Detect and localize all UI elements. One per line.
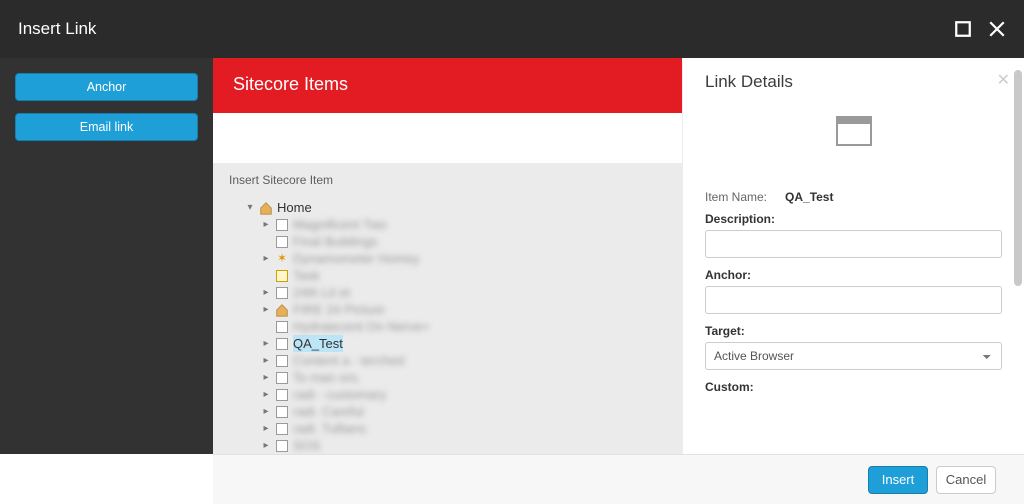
tree-item-label: Final Buildings — [293, 233, 378, 250]
tree-item[interactable]: ▸ Content a - terched — [261, 352, 672, 369]
home-icon — [275, 303, 289, 317]
page-icon — [275, 354, 289, 368]
tree-item[interactable]: Task — [261, 267, 672, 284]
page-icon — [275, 405, 289, 419]
tree-item[interactable]: ▸ Magnificent Two — [261, 216, 672, 233]
tree-item-label: Content a - terched — [293, 352, 404, 369]
dialog-titlebar: Insert Link — [0, 0, 1024, 58]
tree-root-home[interactable]: ▾ Home — [245, 199, 672, 216]
page-yellow-icon — [275, 269, 289, 283]
page-icon — [275, 337, 289, 351]
page-icon — [275, 439, 289, 453]
tree-item[interactable]: Final Buildings — [261, 233, 672, 250]
spark-icon: ✶ — [275, 252, 289, 266]
chevron-right-icon[interactable]: ▸ — [261, 420, 271, 437]
chevron-right-icon[interactable]: ▸ — [261, 284, 271, 301]
left-sidebar: Anchor Email link — [0, 58, 213, 454]
link-details-panel: ✕ Link Details Item Name: QA_Test Descri… — [682, 58, 1024, 454]
insert-button[interactable]: Insert — [868, 466, 928, 494]
chevron-down-icon[interactable]: ▾ — [245, 199, 255, 216]
tree-item-label: Magnificent Two — [293, 216, 387, 233]
dialog-title: Insert Link — [18, 19, 96, 39]
description-label: Description: — [705, 212, 1002, 226]
tree-item[interactable]: ▸ ✶ Dynamometer Homey — [261, 250, 672, 267]
item-name-label: Item Name: — [705, 190, 767, 204]
tree-item[interactable]: ▸ radi. Tullians — [261, 420, 672, 437]
tree-item[interactable]: ▸ QA_Test — [261, 335, 672, 352]
target-label: Target: — [705, 324, 1002, 338]
item-thumbnail-icon — [836, 116, 872, 146]
tree-item[interactable]: ▸ To man ors. — [261, 369, 672, 386]
chevron-right-icon[interactable]: ▸ — [261, 403, 271, 420]
close-icon[interactable] — [988, 20, 1006, 38]
tree-item[interactable]: ▸ SOS — [261, 437, 672, 454]
item-name-row: Item Name: QA_Test — [705, 190, 1002, 204]
tree-item-label: 24th Lit et — [293, 284, 350, 301]
description-input[interactable] — [705, 230, 1002, 258]
chevron-right-icon[interactable]: ▸ — [261, 250, 271, 267]
chevron-right-icon[interactable]: ▸ — [261, 216, 271, 233]
tree-item-label: QA_Test — [293, 335, 343, 352]
page-icon — [275, 371, 289, 385]
chevron-right-icon[interactable]: ▸ — [261, 369, 271, 386]
tree-item-label: radi. Careful — [293, 403, 364, 420]
anchor-button[interactable]: Anchor — [15, 73, 198, 101]
home-icon — [259, 201, 273, 215]
sitecore-items-header: Sitecore Items — [213, 58, 682, 113]
dialog-footer: Insert Cancel — [213, 454, 1024, 504]
custom-label: Custom: — [705, 380, 1002, 394]
page-icon — [275, 388, 289, 402]
tree-item-label: Dynamometer Homey — [293, 250, 419, 267]
item-name-value: QA_Test — [785, 190, 833, 204]
maximize-icon[interactable] — [954, 20, 972, 38]
page-icon — [275, 218, 289, 232]
tree-item-label: Task — [293, 267, 320, 284]
page-icon — [275, 320, 289, 334]
window-controls — [954, 20, 1006, 38]
content-tree[interactable]: ▾ Home ▸ Magnificent TwoFinal Buildings ▸ ✶… — [213, 199, 682, 454]
page-icon — [275, 286, 289, 300]
cancel-button[interactable]: Cancel — [936, 466, 996, 494]
tree-item[interactable]: Hydratecent On Nerve+ — [261, 318, 672, 335]
mid-toolbar — [213, 113, 682, 163]
insert-sitecore-item-label: Insert Sitecore Item — [213, 163, 682, 199]
tree-item[interactable]: ▸ radi - customary — [261, 386, 672, 403]
anchor-input[interactable] — [705, 286, 1002, 314]
tree-item-label: radi - customary — [293, 386, 386, 403]
tree-item-label: Hydratecent On Nerve+ — [293, 318, 430, 335]
page-icon — [275, 235, 289, 249]
chevron-right-icon[interactable]: ▸ — [261, 301, 271, 318]
tree-item-label: radi. Tullians — [293, 420, 366, 437]
scrollbar-indicator[interactable] — [1014, 70, 1022, 286]
chevron-right-icon[interactable]: ▸ — [261, 352, 271, 369]
tree-item[interactable]: ▸ radi. Careful — [261, 403, 672, 420]
chevron-right-icon[interactable]: ▸ — [261, 335, 271, 352]
email-link-button[interactable]: Email link — [15, 113, 198, 141]
tree-item[interactable]: ▸ FIRE 24 Picture — [261, 301, 672, 318]
chevron-right-icon[interactable]: ▸ — [261, 437, 271, 454]
tree-item-label: FIRE 24 Picture — [293, 301, 385, 318]
chevron-right-icon[interactable]: ▸ — [261, 386, 271, 403]
tree-item-label: SOS — [293, 437, 320, 454]
page-icon — [275, 422, 289, 436]
tree-item[interactable]: ▸ 24th Lit et — [261, 284, 672, 301]
link-details-title: Link Details — [705, 72, 1002, 92]
middle-panel: Sitecore Items Insert Sitecore Item ▾ Ho… — [213, 58, 682, 454]
target-select[interactable]: Active Browser — [705, 342, 1002, 370]
anchor-label: Anchor: — [705, 268, 1002, 282]
close-details-icon[interactable]: ✕ — [997, 70, 1010, 90]
tree-item-label: To man ors. — [293, 369, 361, 386]
tree-root-label: Home — [277, 199, 312, 216]
